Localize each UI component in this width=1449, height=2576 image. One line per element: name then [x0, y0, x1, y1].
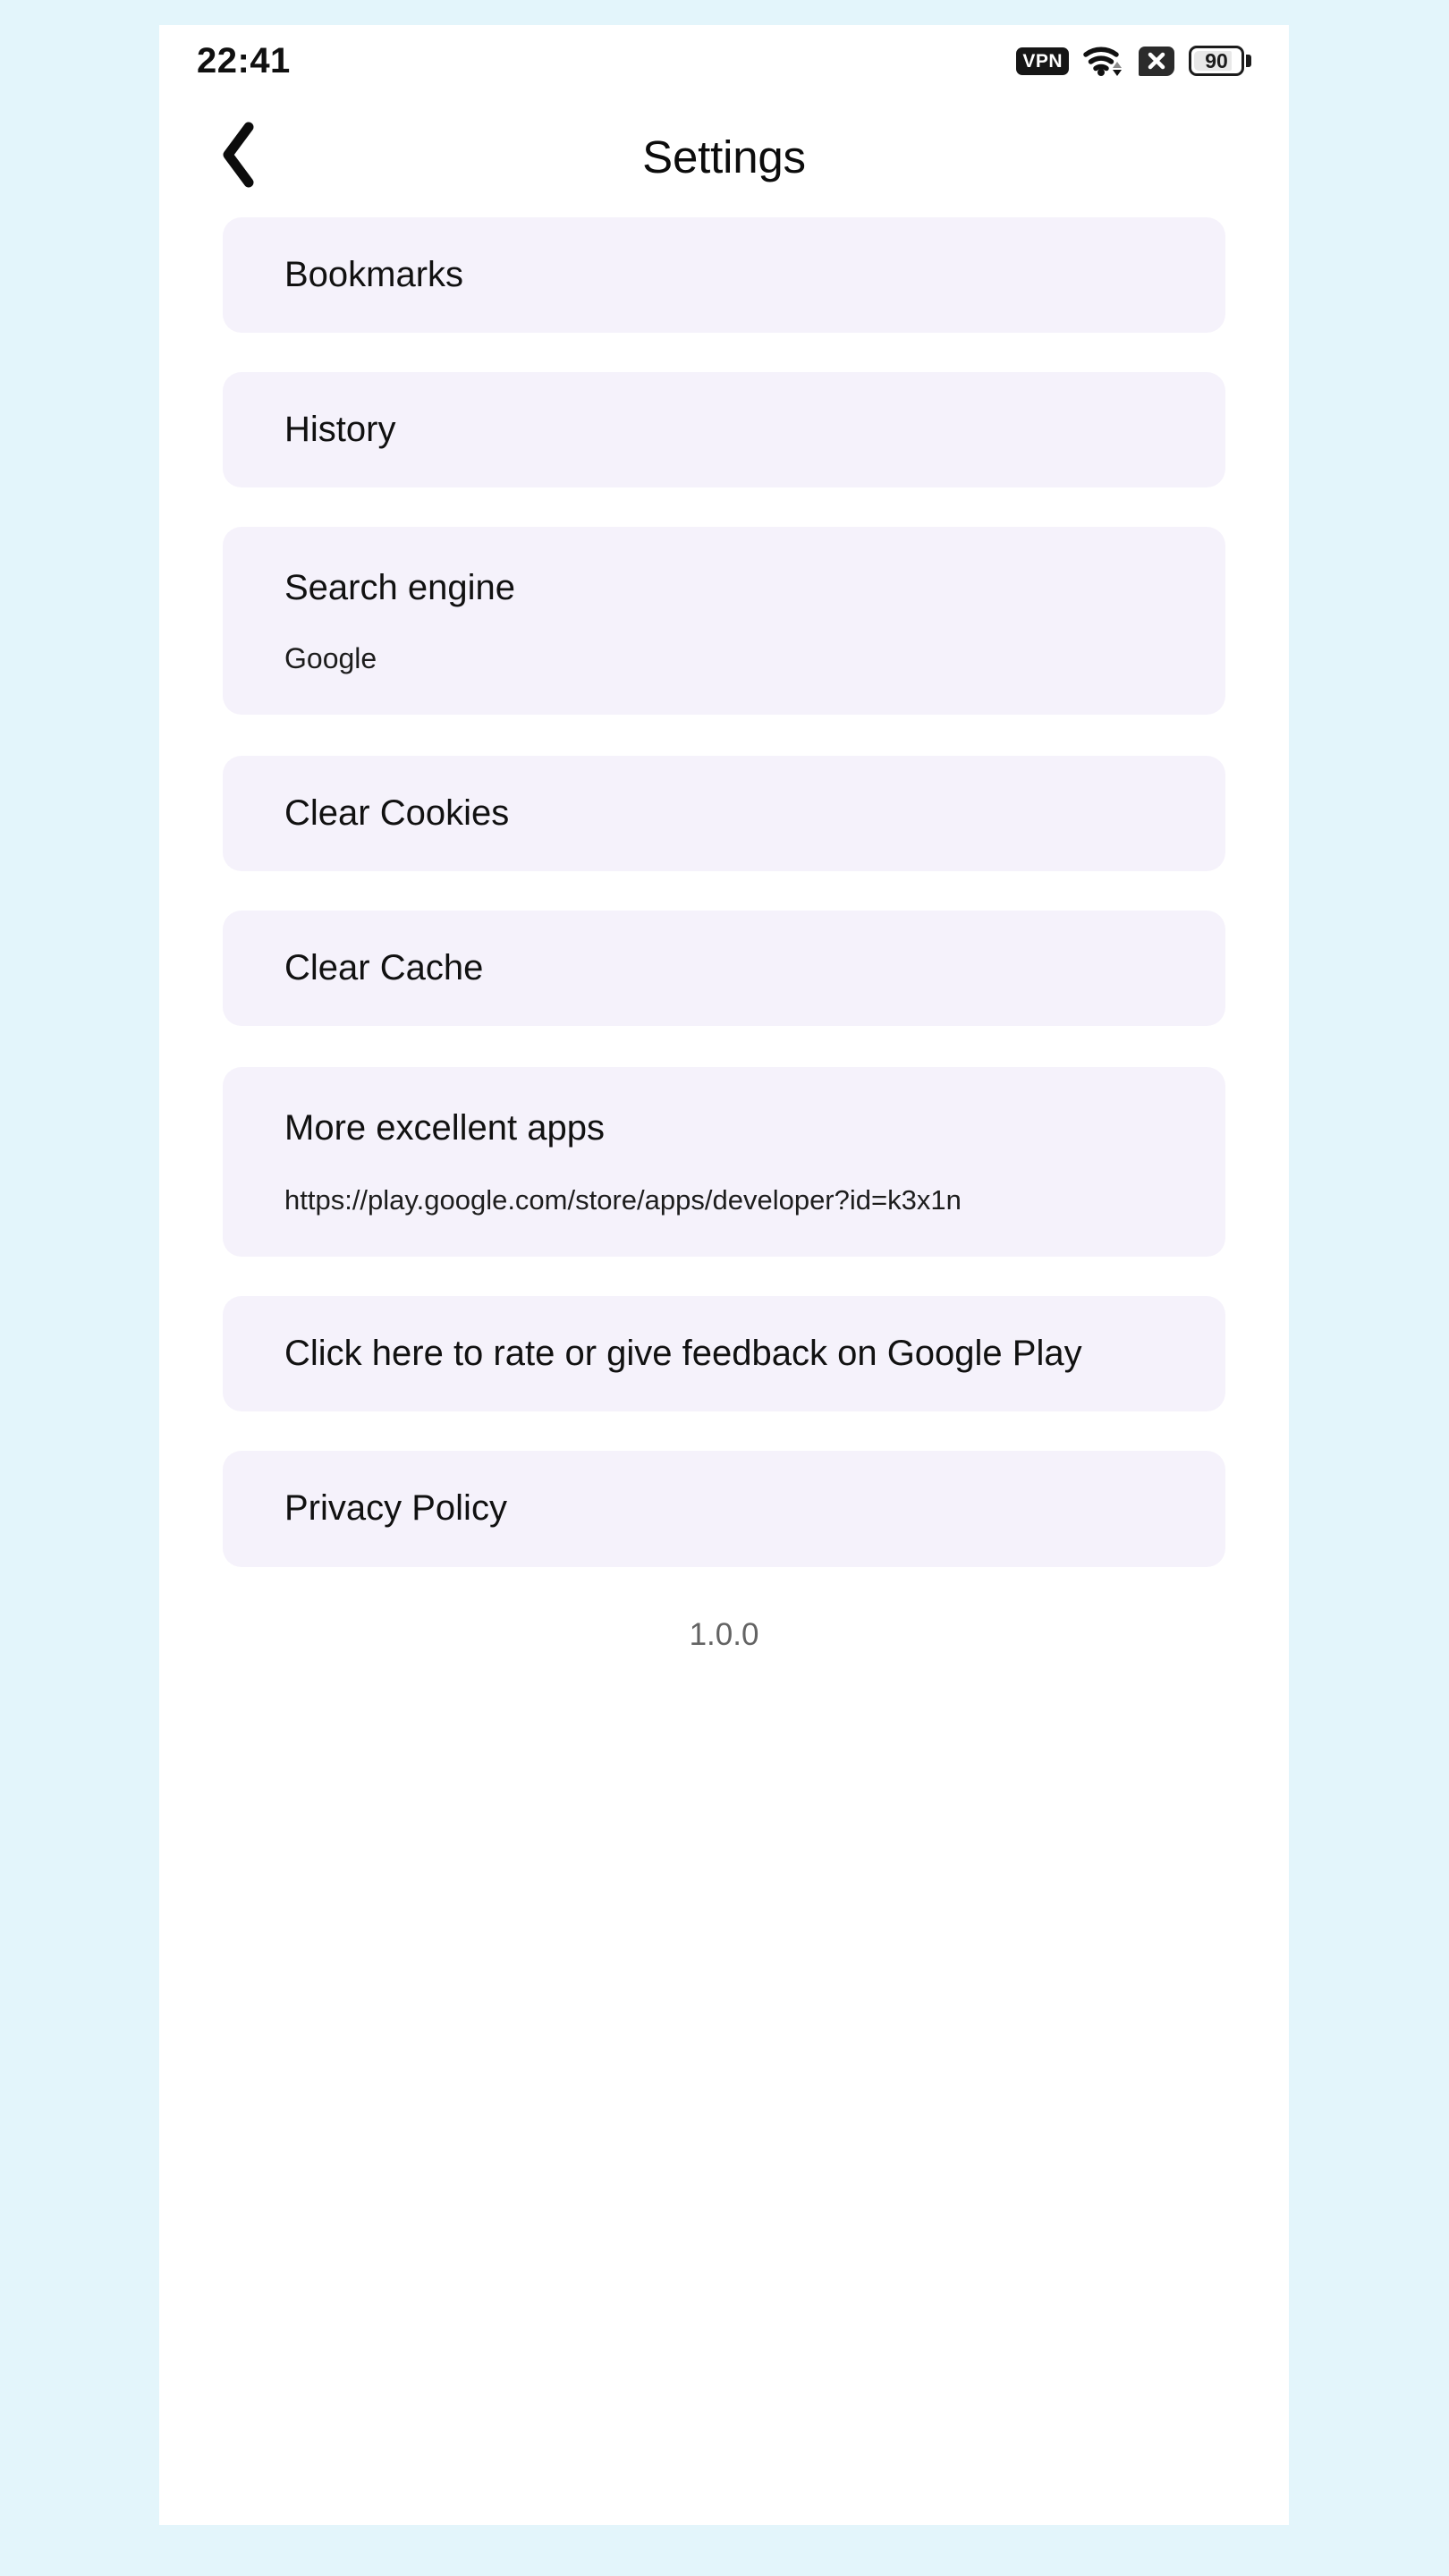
settings-group: Bookmarks History Search engine Google	[223, 217, 1225, 715]
settings-item-title: Clear Cookies	[284, 792, 510, 833]
vpn-icon: VPN	[1016, 47, 1069, 75]
app-header: Settings	[159, 97, 1289, 217]
settings-item-more-apps[interactable]: More excellent apps https://play.google.…	[223, 1067, 1225, 1258]
settings-item-privacy-policy[interactable]: Privacy Policy	[223, 1451, 1225, 1567]
page-title: Settings	[642, 131, 806, 182]
wifi-icon	[1083, 45, 1124, 77]
settings-item-url: https://play.google.com/store/apps/devel…	[284, 1184, 962, 1216]
battery-icon: 90	[1189, 46, 1251, 76]
status-bar: 22:41 VPN 90	[159, 25, 1289, 97]
settings-item-title: Click here to rate or give feedback on G…	[284, 1334, 1082, 1374]
signal-x-icon	[1139, 46, 1174, 76]
back-button[interactable]	[199, 117, 279, 198]
settings-group: More excellent apps https://play.google.…	[223, 1067, 1225, 1567]
status-bar-clock: 22:41	[197, 40, 291, 80]
settings-group: Clear Cookies Clear Cache	[223, 755, 1225, 1027]
settings-item-title: Bookmarks	[284, 255, 464, 294]
settings-item-rate-feedback[interactable]: Click here to rate or give feedback on G…	[223, 1296, 1225, 1412]
settings-item-bookmarks[interactable]: Bookmarks	[223, 217, 1225, 334]
status-bar-icons: VPN 90	[1016, 45, 1251, 77]
settings-item-clear-cache[interactable]: Clear Cache	[223, 910, 1225, 1027]
settings-item-search-engine[interactable]: Search engine Google	[223, 527, 1225, 715]
settings-item-value: Google	[284, 641, 377, 674]
battery-level-label: 90	[1205, 48, 1228, 72]
settings-item-title: More excellent apps	[284, 1108, 605, 1148]
settings-item-title: History	[284, 410, 396, 450]
settings-item-clear-cookies[interactable]: Clear Cookies	[223, 755, 1225, 871]
settings-item-title: Clear Cache	[284, 947, 484, 987]
settings-item-history[interactable]: History	[223, 372, 1225, 488]
settings-list: Bookmarks History Search engine Google C…	[159, 217, 1289, 1653]
settings-item-title: Search engine	[284, 568, 515, 608]
chevron-left-icon	[219, 122, 258, 192]
settings-item-title: Privacy Policy	[284, 1488, 507, 1529]
phone-screen: 22:41 VPN 90 Settings Bookmarks History …	[159, 25, 1289, 2525]
app-version-label: 1.0.0	[689, 1616, 759, 1652]
